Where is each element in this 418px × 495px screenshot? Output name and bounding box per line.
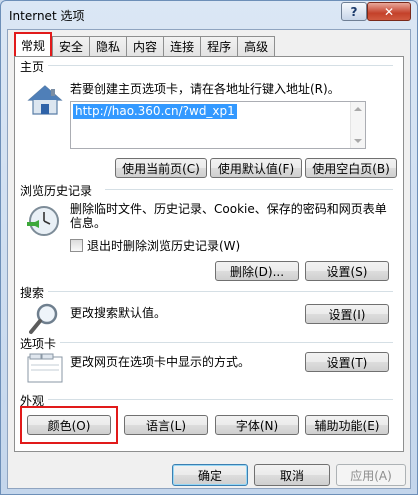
history-group-line: [105, 189, 393, 190]
tab-privacy[interactable]: 隐私: [89, 36, 127, 56]
search-description: 更改搜索默认值。: [70, 306, 167, 320]
window-title: Internet 选项: [9, 9, 85, 23]
cancel-button[interactable]: 取消: [254, 464, 330, 486]
tab-programs[interactable]: 程序: [200, 36, 238, 56]
tab-advanced[interactable]: 高级: [237, 36, 276, 56]
tabs-group-label: 选项卡: [20, 335, 61, 352]
tabs-description: 更改网页在选项卡中显示的方式。: [70, 355, 251, 369]
scroll-up-arrow-icon[interactable]: [354, 107, 362, 111]
general-tab-panel: 主页 若要创建主页选项卡，请在各地址行键入地址(R)。 http://hao.3…: [14, 56, 404, 452]
tab-strip: 常规 安全 隐私 内容 连接 程序 高级: [14, 32, 276, 56]
help-icon: ?: [350, 4, 358, 19]
delete-on-exit-label: 退出时删除浏览历史记录(W): [87, 239, 241, 253]
scroll-down-arrow-icon[interactable]: [354, 139, 362, 143]
delete-history-button[interactable]: 删除(D)...: [215, 261, 299, 281]
appearance-group-line: [47, 399, 393, 400]
search-group-label: 搜索: [20, 284, 49, 301]
magnifier-icon: [29, 303, 58, 334]
homepage-description: 若要创建主页选项卡，请在各地址行键入地址(R)。: [70, 82, 340, 96]
fonts-button[interactable]: 字体(N): [215, 415, 299, 435]
help-button[interactable]: ?: [341, 2, 367, 21]
close-button[interactable]: ✕: [367, 2, 411, 21]
internet-options-dialog: Internet 选项 ? ✕ 常规 安全 隐私 内容 连接 程序 高级 主页: [0, 0, 418, 495]
dialog-client-area: 常规 安全 隐私 内容 连接 程序 高级 主页 若要创建主页选项卡，请在各地址行…: [7, 29, 411, 489]
title-bar[interactable]: Internet 选项 ? ✕: [1, 1, 417, 27]
history-description: 删除临时文件、历史记录、Cookie、保存的密码和网页表单信息。: [70, 202, 387, 230]
tab-connections[interactable]: 连接: [163, 36, 201, 56]
ok-button[interactable]: 确定: [172, 464, 248, 486]
tabs-settings-button[interactable]: 设置(T): [305, 352, 389, 372]
close-icon: ✕: [383, 4, 395, 19]
tabs-group-line: [59, 342, 393, 343]
search-group-line: [47, 291, 393, 292]
tabbed-window-icon: [27, 353, 63, 383]
history-group-label: 浏览历史记录: [20, 182, 97, 199]
history-settings-button[interactable]: 设置(S): [305, 261, 389, 281]
use-default-button[interactable]: 使用默认值(F): [210, 158, 302, 178]
tab-general[interactable]: 常规: [14, 32, 53, 56]
use-current-page-button[interactable]: 使用当前页(C): [115, 158, 207, 178]
tab-security[interactable]: 安全: [52, 36, 90, 56]
search-settings-button[interactable]: 设置(I): [305, 304, 389, 324]
homepage-url-textarea[interactable]: http://hao.360.cn/?wd_xp1: [70, 101, 366, 149]
history-clock-icon: [27, 206, 59, 236]
homepage-group-label: 主页: [20, 58, 49, 75]
tab-content[interactable]: 内容: [126, 36, 164, 56]
delete-on-exit-checkbox[interactable]: [70, 239, 83, 252]
use-blank-button[interactable]: 使用空白页(B): [305, 158, 397, 178]
homepage-url-value: http://hao.360.cn/?wd_xp1: [73, 104, 237, 119]
languages-button[interactable]: 语言(L): [124, 415, 208, 435]
colors-highlight-box: [20, 406, 118, 444]
url-scrollbar[interactable]: [350, 102, 365, 148]
accessibility-button[interactable]: 辅助功能(E): [305, 415, 389, 435]
apply-button[interactable]: 应用(A): [336, 464, 406, 486]
house-icon: [27, 85, 63, 115]
homepage-group-line: [43, 65, 393, 66]
